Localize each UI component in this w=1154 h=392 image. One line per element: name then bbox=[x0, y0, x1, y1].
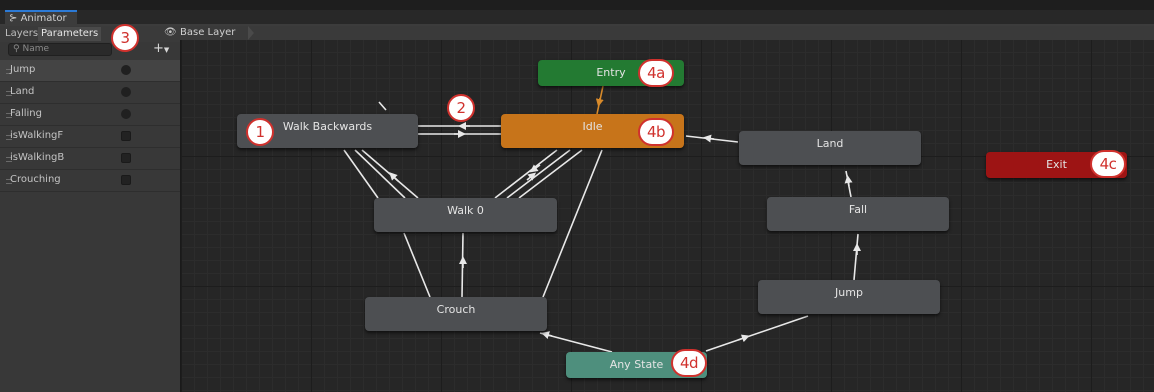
annotation-badge-4d: 4d bbox=[671, 349, 707, 377]
transition-walkback-walk[interactable] bbox=[343, 149, 379, 199]
state-label: Any State bbox=[609, 358, 664, 371]
state-label: Walk 0 bbox=[447, 204, 484, 217]
transition-walk-crouch[interactable] bbox=[403, 232, 431, 298]
annotation-badge-4b: 4b bbox=[638, 118, 674, 146]
state-jump[interactable]: Jump bbox=[758, 280, 940, 314]
state-crouch[interactable]: Crouch bbox=[365, 297, 547, 331]
annotation-badge-4c: 4c bbox=[1090, 150, 1126, 178]
transition-idle-walk[interactable] bbox=[494, 149, 558, 199]
state-label: Idle bbox=[582, 120, 603, 133]
transition-walk-idle[interactable] bbox=[518, 149, 583, 199]
transition-anystate-jump[interactable] bbox=[705, 315, 809, 352]
annotation-badge-1: 1 bbox=[246, 118, 274, 146]
state-label: Entry bbox=[596, 66, 626, 79]
state-label: Walk Backwards bbox=[282, 120, 373, 133]
state-land[interactable]: Land bbox=[739, 131, 921, 165]
state-label: Crouch bbox=[436, 303, 476, 316]
annotation-badge-2: 2 bbox=[447, 94, 475, 122]
annotation-badge-3: 3 bbox=[111, 24, 139, 52]
transition-walk-walkback[interactable] bbox=[361, 149, 419, 199]
state-label: Land bbox=[816, 137, 844, 150]
state-label: Exit bbox=[1046, 158, 1067, 171]
transition-jump-fall[interactable] bbox=[853, 233, 859, 281]
transition-lines bbox=[343, 85, 861, 353]
state-label: Jump bbox=[835, 286, 863, 299]
state-fall[interactable]: Fall bbox=[767, 197, 949, 231]
state-label: Fall bbox=[848, 203, 868, 216]
state-walk[interactable]: Walk 0 bbox=[374, 198, 557, 232]
annotation-badge-4a: 4a bbox=[638, 59, 674, 87]
